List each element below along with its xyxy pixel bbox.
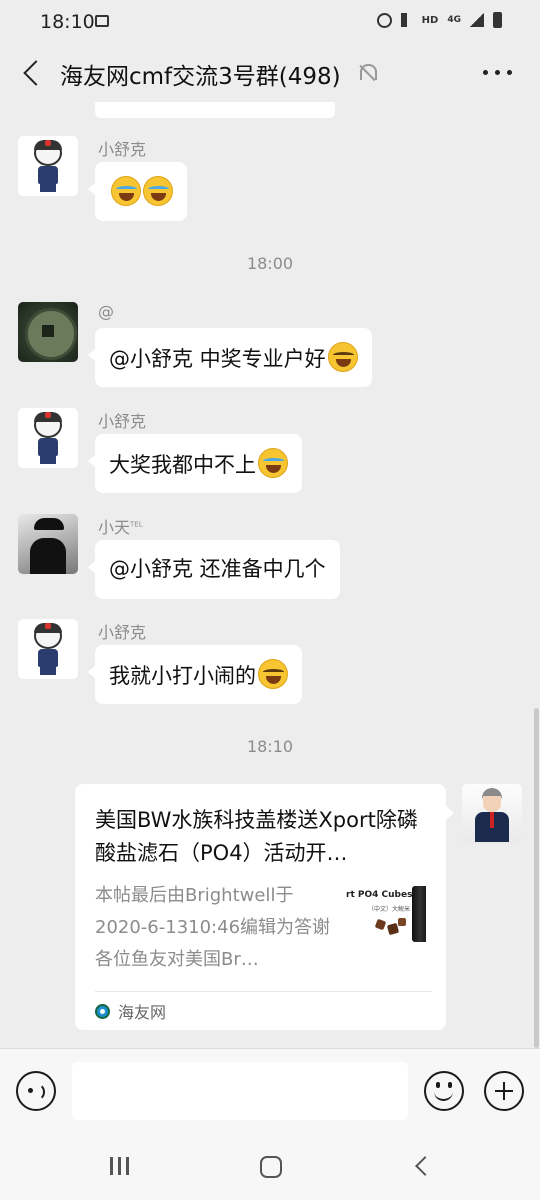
message-text: @小舒克 还准备中几个 [109, 557, 326, 581]
back-arrow-icon[interactable] [22, 60, 40, 86]
avatar[interactable] [18, 302, 78, 362]
timestamp: 18:10 [246, 737, 294, 756]
message-text: 大奖我都中不上 [109, 453, 256, 477]
sender-name: 小舒克 [98, 140, 147, 159]
mute-icon [400, 13, 413, 27]
more-actions-plus-icon[interactable] [484, 1071, 524, 1111]
voice-input-icon[interactable] [16, 1071, 56, 1111]
avatar[interactable] [18, 408, 78, 468]
timestamp: 18:00 [246, 254, 294, 273]
message-bubble[interactable]: @小舒克 还准备中几个 [88, 540, 340, 599]
sender-name: 小天TEL [98, 518, 143, 537]
message-item: @ @小舒克 中奖专业户好 [18, 302, 478, 392]
link-card[interactable]: 美国BW水族科技盖楼送Xport除磷酸盐滤石（PO4）活动开… 本帖最后由Bri… [75, 784, 454, 1030]
muted-bell-icon [358, 63, 377, 83]
link-card-description: 本帖最后由Brightwell于2020-6-1310:46编辑为答谢各位鱼友对… [95, 885, 331, 970]
status-time: 18:10 [40, 11, 95, 33]
network-4g-label: 4G [447, 14, 461, 25]
source-logo-icon [95, 1003, 110, 1019]
signal-icon [470, 13, 484, 27]
link-card-title: 美国BW水族科技盖楼送Xport除磷酸盐滤石（PO4）活动开… [95, 808, 418, 865]
crying-emoji-icon [258, 448, 288, 478]
more-options-icon[interactable] [483, 70, 512, 75]
divider [95, 991, 432, 992]
emoji-picker-icon[interactable] [424, 1071, 464, 1111]
crying-laughing-emoji-icon [143, 176, 173, 206]
scrollbar[interactable] [534, 708, 539, 1048]
sender-name: 小舒克 [98, 412, 147, 431]
avatar[interactable] [18, 136, 78, 196]
home-icon[interactable] [260, 1156, 282, 1178]
system-nav-bar [0, 1130, 540, 1200]
sender-name: @ [98, 302, 114, 321]
hugging-emoji-icon [327, 342, 358, 372]
sender-name: 小舒克 [98, 623, 147, 642]
message-text: 我就小打小闹的 [109, 664, 256, 688]
thumbnail-title: rt PO4 Cubes [346, 890, 413, 900]
crying-laughing-emoji-icon [111, 176, 141, 206]
message-input[interactable] [72, 1062, 408, 1120]
alarm-icon [376, 12, 392, 28]
message-bubble[interactable]: 大奖我都中不上 [88, 434, 302, 493]
message-item: 小舒克 大奖我都中不上 [18, 408, 478, 498]
message-item-sent: 美国BW水族科技盖楼送Xport除磷酸盐滤石（PO4）活动开… 本帖最后由Bri… [0, 784, 540, 1034]
sender-suffix: TEL [130, 520, 143, 529]
message-item: 小舒克 我就小打小闹的 [18, 619, 478, 709]
source-name: 海友网 [118, 1003, 167, 1022]
status-icons: HD 4G [376, 12, 502, 28]
message-text: @小舒克 中奖专业户好 [109, 347, 326, 371]
message-item: 小舒克 [18, 136, 478, 226]
image-notification-icon [95, 15, 109, 27]
input-bar [0, 1048, 540, 1130]
message-bubble[interactable] [88, 162, 187, 221]
message-bubble[interactable]: 我就小打小闹的 [88, 645, 302, 704]
battery-icon [493, 12, 502, 28]
thumbnail-subtitle: （中文）大鲵米 [368, 906, 411, 913]
message-item: 小天TEL @小舒克 还准备中几个 [18, 514, 478, 604]
hd-label: HD [421, 14, 439, 26]
link-card-thumbnail: rt PO4 Cubes （中文）大鲵米 [346, 880, 426, 946]
link-card-source: 海友网 [95, 999, 166, 1023]
laughing-emoji-icon [258, 659, 288, 689]
message-list[interactable]: 小舒克 18:00 @ @小舒克 中奖专业户好 小舒克 大奖我都中不上 小天TE… [0, 102, 540, 1048]
status-bar: 18:10 HD 4G [0, 0, 540, 44]
message-bubble-partial [95, 102, 335, 118]
system-back-icon[interactable] [415, 1156, 435, 1176]
recent-apps-icon[interactable] [110, 1157, 130, 1175]
chat-header: 海友网cmf交流3号群(498) [0, 44, 540, 102]
chat-title: 海友网cmf交流3号群(498) [60, 64, 341, 90]
message-bubble[interactable]: @小舒克 中奖专业户好 [88, 328, 372, 387]
my-avatar[interactable] [462, 784, 522, 844]
avatar[interactable] [18, 619, 78, 679]
avatar[interactable] [18, 514, 78, 574]
